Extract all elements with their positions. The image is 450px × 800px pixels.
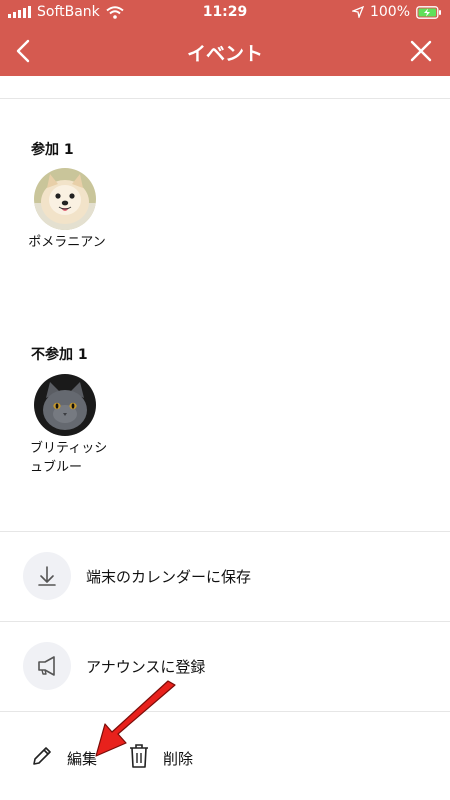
pomeranian-photo — [34, 168, 96, 230]
nav-bar: イベント — [0, 26, 450, 76]
battery-percent: 100% — [369, 4, 410, 20]
download-icon-background — [23, 552, 71, 600]
download-icon — [38, 566, 56, 586]
attending-heading: 参加 1 — [31, 142, 74, 158]
close-icon[interactable] — [408, 38, 434, 64]
not-attending-heading: 不参加 1 — [31, 347, 88, 363]
divider — [0, 98, 450, 99]
avatar-pomeranian[interactable] — [34, 168, 96, 230]
pencil-icon[interactable] — [30, 744, 54, 768]
member-name: ブリティッシュブルー — [30, 441, 108, 475]
page-title: イベント — [186, 43, 263, 65]
british-blue-cat-photo — [34, 374, 96, 436]
annotation-arrow — [95, 680, 176, 757]
save-to-calendar-label: 端末のカレンダーに保存 — [86, 568, 252, 586]
avatar-british-blue[interactable] — [34, 374, 96, 436]
status-bar: SoftBank 11:29 100% — [0, 0, 450, 26]
save-to-calendar-row[interactable]: 端末のカレンダーに保存 — [0, 532, 450, 620]
battery-charging-icon — [416, 5, 441, 19]
location-arrow-icon — [351, 6, 364, 18]
member-name: ポメラニアン — [28, 235, 106, 250]
status-right: 100% — [351, 4, 442, 20]
